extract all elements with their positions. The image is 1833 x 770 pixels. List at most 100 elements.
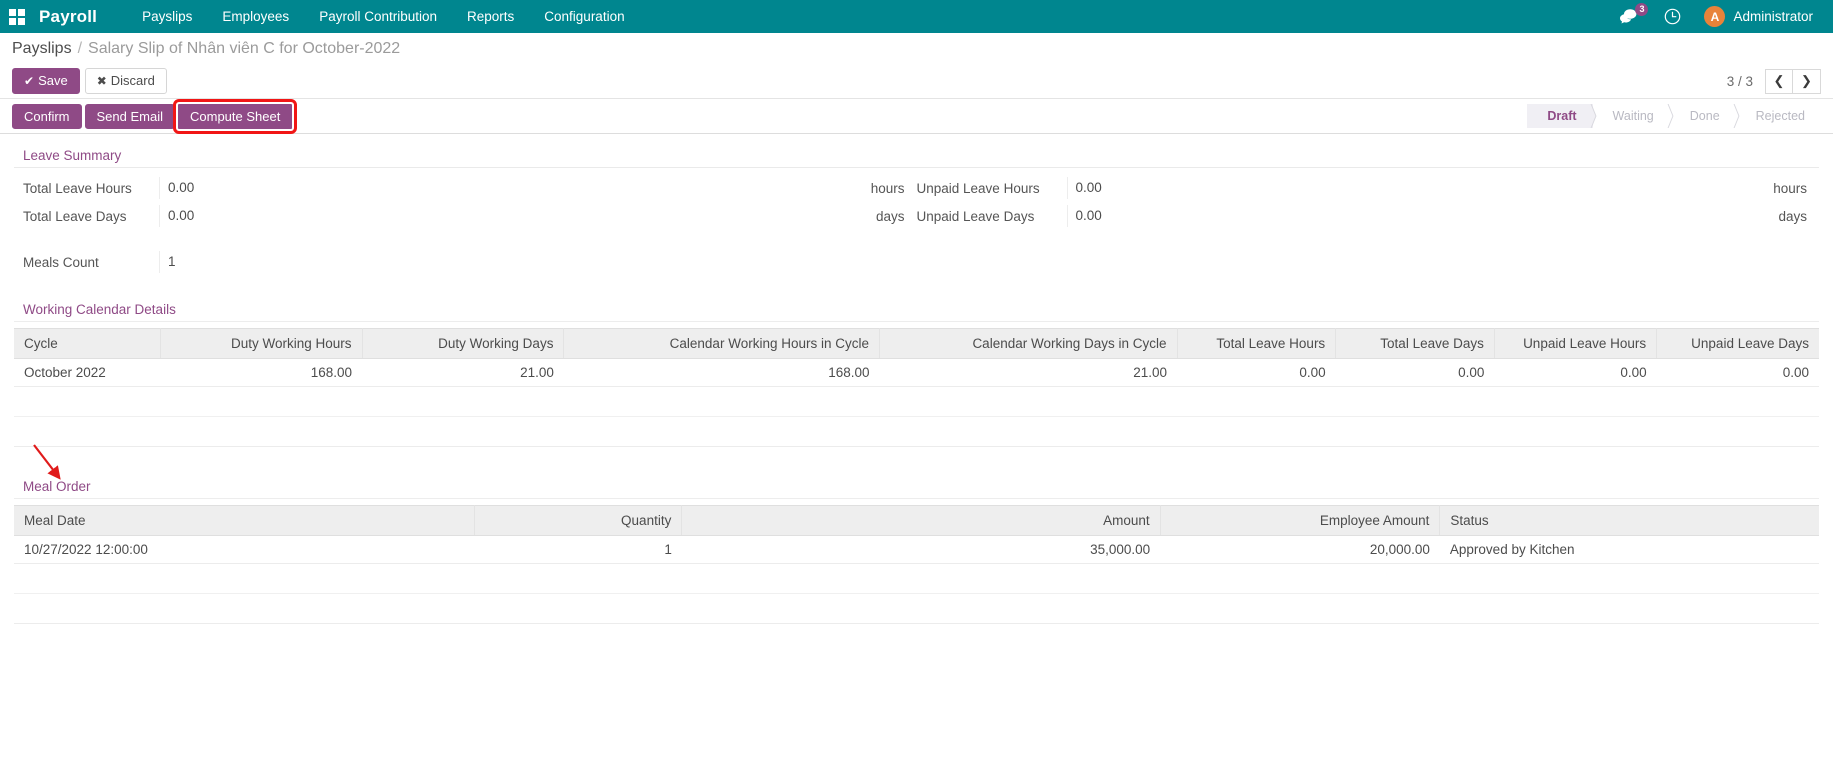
breadcrumb: Payslips / Salary Slip of Nhân viên C fo…	[0, 33, 1833, 64]
spacer-after-meals	[14, 276, 1819, 300]
clock-icon[interactable]	[1651, 0, 1694, 33]
wc-col-calendar-working-days-in-cycle[interactable]: Calendar Working Days in Cycle	[880, 329, 1178, 359]
menu-item-reports[interactable]: Reports	[452, 0, 529, 33]
field-total-leave-days-unit: days	[870, 209, 917, 224]
menu-item-configuration[interactable]: Configuration	[529, 0, 639, 33]
apps-grid-icon[interactable]	[9, 9, 25, 25]
mo-cell-meal-date[interactable]: 10/27/2022 12:00:00	[14, 536, 474, 564]
chevron-right-icon: ❯	[1801, 73, 1812, 89]
meals-count-group: Meals Count 1	[14, 248, 1819, 276]
navbar-right-tools: 3 A Administrator	[1606, 0, 1819, 33]
empty-cell	[14, 594, 1819, 624]
menu-item-employees[interactable]: Employees	[207, 0, 304, 33]
control-panel: ✔Save ✖Discard 3 / 3 ❮ ❯	[0, 64, 1833, 98]
form-statusbar: Confirm Send Email Compute Sheet Draft W…	[0, 98, 1833, 134]
top-navbar: Payroll Payslips Employees Payroll Contr…	[0, 0, 1833, 33]
working-calendar-header-row: Cycle Duty Working Hours Duty Working Da…	[14, 329, 1819, 359]
field-meals-count-input[interactable]: 1	[159, 251, 917, 273]
meals-count-column: Meals Count 1	[14, 248, 917, 276]
app-brand-payroll[interactable]: Payroll	[39, 7, 97, 27]
breadcrumb-current-record: Salary Slip of Nhân viên C for October-2…	[88, 40, 400, 58]
chevron-left-icon: ❮	[1774, 73, 1785, 89]
menu-item-payroll-contribution[interactable]: Payroll Contribution	[304, 0, 452, 33]
status-steps: Draft Waiting Done Rejected	[1527, 104, 1833, 128]
check-icon: ✔	[24, 74, 34, 88]
confirm-button[interactable]: Confirm	[12, 104, 82, 129]
meal-order-table: Meal Date Quantity Amount Employee Amoun…	[14, 505, 1819, 624]
wc-cell-duty-working-days[interactable]: 21.00	[362, 359, 564, 387]
leave-summary-left-column: Total Leave Hours 0.00 hours Total Leave…	[14, 174, 917, 230]
pager-previous-button[interactable]: ❮	[1765, 69, 1793, 94]
mo-col-employee-amount[interactable]: Employee Amount	[1160, 506, 1440, 536]
field-total-leave-hours-label: Total Leave Hours	[14, 181, 159, 196]
wc-col-total-leave-hours[interactable]: Total Leave Hours	[1177, 329, 1336, 359]
wc-col-duty-working-hours[interactable]: Duty Working Hours	[160, 329, 362, 359]
pager-next-button[interactable]: ❯	[1793, 69, 1821, 94]
field-total-leave-hours-unit: hours	[865, 181, 917, 196]
table-row[interactable]: 10/27/2022 12:00:00 1 35,000.00 20,000.0…	[14, 536, 1819, 564]
field-unpaid-leave-hours-input[interactable]: 0.00	[1067, 177, 1768, 199]
field-unpaid-leave-hours-label: Unpaid Leave Hours	[917, 181, 1067, 196]
field-total-leave-days-label: Total Leave Days	[14, 209, 159, 224]
wc-cell-calendar-working-hours-in-cycle[interactable]: 168.00	[564, 359, 880, 387]
mo-cell-quantity[interactable]: 1	[474, 536, 682, 564]
mo-col-quantity[interactable]: Quantity	[474, 506, 682, 536]
user-menu-toggle[interactable]: A Administrator	[1694, 6, 1819, 27]
wc-cell-duty-working-hours[interactable]: 168.00	[160, 359, 362, 387]
wc-col-unpaid-leave-hours[interactable]: Unpaid Leave Hours	[1494, 329, 1656, 359]
spacer-before-meal-order	[14, 447, 1819, 477]
status-step-draft[interactable]: Draft	[1527, 104, 1592, 128]
close-icon: ✖	[97, 74, 107, 88]
meals-count-spacer	[917, 248, 1820, 276]
meal-order-section: Meal Order Meal Date Quantity Amount Emp…	[14, 477, 1819, 624]
compute-sheet-button[interactable]: Compute Sheet	[178, 104, 292, 129]
mo-col-meal-date[interactable]: Meal Date	[14, 506, 474, 536]
wc-col-cycle[interactable]: Cycle	[14, 329, 160, 359]
status-step-rejected[interactable]: Rejected	[1736, 104, 1821, 128]
wc-col-duty-working-days[interactable]: Duty Working Days	[362, 329, 564, 359]
table-row-empty	[14, 594, 1819, 624]
menu-item-payslips[interactable]: Payslips	[127, 0, 207, 33]
field-unpaid-leave-days-label: Unpaid Leave Days	[917, 209, 1067, 224]
mo-col-status[interactable]: Status	[1440, 506, 1819, 536]
field-meals-count: Meals Count 1	[14, 248, 917, 276]
wc-col-calendar-working-hours-in-cycle[interactable]: Calendar Working Hours in Cycle	[564, 329, 880, 359]
field-total-leave-days-input[interactable]: 0.00	[159, 205, 870, 227]
save-button[interactable]: ✔Save	[12, 68, 80, 94]
table-row-empty	[14, 387, 1819, 417]
wc-cell-cycle[interactable]: October 2022	[14, 359, 160, 387]
wc-cell-calendar-working-days-in-cycle[interactable]: 21.00	[880, 359, 1178, 387]
main-menu: Payslips Employees Payroll Contribution …	[127, 0, 639, 33]
field-unpaid-leave-days-input[interactable]: 0.00	[1067, 205, 1773, 227]
wc-cell-total-leave-hours[interactable]: 0.00	[1177, 359, 1336, 387]
leave-summary-title: Leave Summary	[14, 146, 1819, 168]
field-total-leave-hours-input[interactable]: 0.00	[159, 177, 865, 199]
status-step-done[interactable]: Done	[1670, 104, 1736, 128]
working-calendar-details-title: Working Calendar Details	[14, 300, 1819, 322]
mo-cell-amount[interactable]: 35,000.00	[682, 536, 1160, 564]
avatar: A	[1704, 6, 1725, 27]
field-unpaid-leave-hours-unit: hours	[1767, 181, 1819, 196]
status-step-waiting[interactable]: Waiting	[1593, 104, 1670, 128]
form-sheet: Leave Summary Total Leave Hours 0.00 hou…	[0, 134, 1833, 624]
mo-cell-status[interactable]: Approved by Kitchen	[1440, 536, 1819, 564]
field-unpaid-leave-hours: Unpaid Leave Hours 0.00 hours	[917, 174, 1820, 202]
mo-col-amount[interactable]: Amount	[682, 506, 1160, 536]
working-calendar-details-table: Cycle Duty Working Hours Duty Working Da…	[14, 328, 1819, 447]
field-total-leave-hours: Total Leave Hours 0.00 hours	[14, 174, 917, 202]
discard-button-label: Discard	[111, 73, 155, 88]
wc-cell-unpaid-leave-hours[interactable]: 0.00	[1494, 359, 1656, 387]
send-email-button[interactable]: Send Email	[85, 104, 175, 129]
wc-col-unpaid-leave-days[interactable]: Unpaid Leave Days	[1657, 329, 1819, 359]
messages-count-badge: 3	[1635, 3, 1648, 16]
breadcrumb-root-payslips[interactable]: Payslips	[12, 40, 72, 58]
empty-cell	[14, 387, 1819, 417]
mo-cell-employee-amount[interactable]: 20,000.00	[1160, 536, 1440, 564]
wc-cell-total-leave-days[interactable]: 0.00	[1336, 359, 1495, 387]
field-total-leave-days: Total Leave Days 0.00 days	[14, 202, 917, 230]
chat-bubble-icon[interactable]: 3	[1606, 0, 1651, 33]
wc-col-total-leave-days[interactable]: Total Leave Days	[1336, 329, 1495, 359]
table-row[interactable]: October 2022 168.00 21.00 168.00 21.00 0…	[14, 359, 1819, 387]
discard-button[interactable]: ✖ Discard	[85, 68, 167, 94]
wc-cell-unpaid-leave-days[interactable]: 0.00	[1657, 359, 1819, 387]
